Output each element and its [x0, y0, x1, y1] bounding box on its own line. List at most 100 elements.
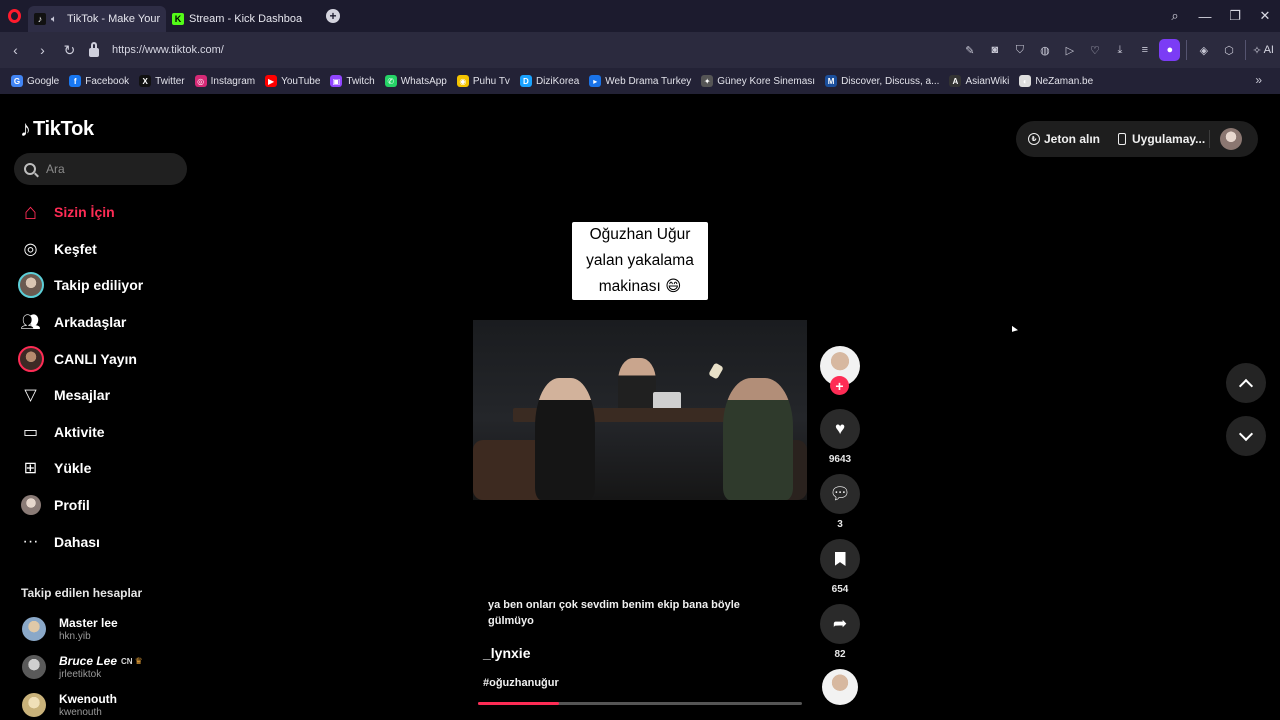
cube-icon[interactable]: ⬡ — [1218, 39, 1239, 61]
video-scene — [535, 378, 595, 500]
sidebar-item-profil[interactable]: Profil — [17, 487, 207, 524]
back-button[interactable]: ‹ — [2, 42, 29, 58]
bookmark-label: Google — [27, 75, 60, 87]
sidebar-item-canli-yayın[interactable]: CANLI Yayın — [17, 340, 207, 377]
following-account[interactable]: Kwenouth kwenouth — [22, 692, 117, 718]
music-disc-avatar[interactable] — [822, 669, 858, 705]
profile-avatar — [17, 492, 44, 519]
share-button[interactable]: ➦ — [820, 604, 860, 644]
kick-favicon-icon: K — [172, 13, 184, 25]
restore-button[interactable]: ❐ — [1220, 8, 1250, 24]
speaker-icon[interactable]: 🔈︎ — [51, 14, 63, 25]
bookmark-item[interactable]: f Facebook — [69, 75, 129, 87]
video-player[interactable] — [473, 320, 807, 500]
bookmark-item[interactable]: A AsianWiki — [949, 75, 1009, 87]
sidebar-item-aktivite[interactable]: ▭ Aktivite — [17, 414, 207, 451]
camera-icon[interactable]: ◙ — [984, 39, 1005, 61]
coin-icon: ₺ — [1028, 133, 1040, 145]
bookmark-item[interactable]: ▶ YouTube — [265, 75, 320, 87]
bookmark-button[interactable] — [820, 539, 860, 579]
minimize-button[interactable]: — — [1190, 9, 1220, 24]
download-icon[interactable]: ⤓ — [1109, 39, 1130, 61]
bookmark-item[interactable]: M Discover, Discuss, a... — [825, 75, 939, 87]
bookmark-item[interactable]: ▸ Web Drama Turkey — [589, 75, 691, 87]
extension-icon[interactable]: ◈ — [1193, 39, 1214, 61]
tab-tiktok[interactable]: ♪ 🔈︎ TikTok - Make Your Da — [28, 6, 166, 32]
bookmark-item[interactable]: ▣ Twitch — [330, 75, 375, 87]
bookmark-item[interactable]: G Google — [11, 75, 59, 87]
follow-plus-button[interactable]: + — [830, 376, 849, 395]
heart-icon[interactable]: ♡ — [1084, 39, 1105, 61]
tiktok-favicon-icon: ♪ — [34, 13, 46, 25]
divider — [1209, 130, 1210, 148]
search-icon[interactable] — [24, 163, 36, 175]
sidebar-item-label: Mesajlar — [54, 387, 111, 404]
forward-button[interactable]: › — [29, 42, 56, 58]
video-scene — [708, 362, 724, 380]
video-hashtag[interactable]: #oğuzhanuğur — [483, 677, 559, 689]
close-button[interactable]: ✕ — [1250, 8, 1280, 24]
bookmarks-overflow-button[interactable]: » — [1255, 73, 1262, 87]
avatar[interactable] — [22, 655, 46, 679]
tab-label: Stream - Kick Dashboard — [189, 13, 302, 25]
avatar[interactable] — [22, 693, 46, 717]
bookmark-item[interactable]: ✆ WhatsApp — [384, 75, 447, 87]
video-progress-fill — [478, 702, 559, 705]
ai-button[interactable]: ✧ AI — [1252, 39, 1274, 61]
bookmark-item[interactable]: ◉ Puhu Tv — [456, 75, 510, 87]
next-video-button[interactable] — [1226, 416, 1266, 456]
sidebar-item-yükle[interactable]: ⊞ Yükle — [17, 450, 207, 487]
play-icon[interactable]: ▷ — [1059, 39, 1080, 61]
shield-icon[interactable]: ⛉ — [1009, 39, 1030, 61]
user-avatar[interactable] — [1220, 128, 1242, 150]
new-tab-button[interactable]: + — [326, 9, 340, 23]
reload-button[interactable]: ↻ — [56, 42, 83, 59]
bookmark-favicon-icon: ▸ — [589, 75, 602, 87]
bookmark-favicon-icon: D — [519, 75, 532, 87]
bookmark-item[interactable]: ✦ Güney Kore Sineması — [701, 75, 815, 87]
more-icon: ··· — [22, 532, 39, 550]
like-button[interactable]: ♥ — [820, 409, 860, 449]
following-account[interactable]: Bruce Lee CN ♛ jrleetiktok — [22, 654, 143, 680]
sidebar-item-mesajlar[interactable]: ▽ Mesajlar — [17, 377, 207, 414]
avatar[interactable] — [22, 617, 46, 641]
search-bar[interactable] — [14, 153, 187, 185]
translate-icon[interactable]: ◍ — [1034, 39, 1055, 61]
sidebar-item-sizin-i-çin[interactable]: ⌂ Sizin İçin — [17, 194, 207, 231]
bookmark-item[interactable]: X Twitter — [139, 75, 185, 87]
lock-icon[interactable] — [89, 41, 99, 57]
bookmark-label: Güney Kore Sineması — [717, 75, 816, 87]
sidebar-item-keşfet[interactable]: ◎ Keşfet — [17, 231, 207, 268]
tab-kick[interactable]: K Stream - Kick Dashboard — [166, 6, 308, 32]
sidebar-item-arkadaşlar[interactable]: 👥︎ Arkadaşlar — [17, 304, 207, 341]
share-count: 82 — [834, 649, 846, 660]
bookmark-item[interactable]: ◎ Instagram — [194, 75, 255, 87]
sidebar-item-takip-ediliyor[interactable]: Takip ediliyor — [17, 267, 207, 304]
get-app-label: Uygulamay... — [1132, 132, 1206, 146]
heart-icon: ♥ — [834, 419, 846, 438]
account-handle: jrleetiktok — [59, 669, 102, 680]
profile-icon[interactable]: ● — [1159, 39, 1181, 61]
search-tabs-icon[interactable]: ⌕ — [1160, 8, 1190, 24]
compass-icon: ◎ — [23, 240, 38, 258]
get-app-button[interactable]: Uygulamay... — [1116, 132, 1205, 146]
video-author[interactable]: _lynxie — [483, 645, 530, 661]
bookmark-count: 654 — [831, 584, 849, 595]
search-input[interactable] — [46, 162, 166, 176]
video-progress-bar[interactable] — [478, 702, 802, 705]
edit-icon[interactable]: ✎ — [959, 39, 980, 61]
bookmark-item[interactable]: D DiziKorea — [519, 75, 580, 87]
opera-logo-icon[interactable] — [0, 0, 28, 32]
following-account[interactable]: Master lee hkn.yib — [22, 616, 118, 642]
previous-video-button[interactable] — [1226, 363, 1266, 403]
following-avatar — [17, 272, 44, 299]
tiktok-logo[interactable]: ♪ TikTok — [20, 116, 94, 142]
comment-button[interactable]: 💬︎ — [820, 474, 860, 514]
account-name: Master lee — [59, 616, 118, 630]
url-field[interactable]: https://www.tiktok.com/ — [112, 44, 224, 56]
sidebar-item-dahası[interactable]: ··· Dahası — [17, 523, 207, 560]
bookmark-item[interactable]: ◐ NeZaman.be — [1019, 75, 1093, 87]
get-coins-button[interactable]: ₺ Jeton alın — [1028, 132, 1100, 146]
menu-icon[interactable]: ≡ — [1134, 39, 1155, 61]
bookmark-label: DiziKorea — [535, 75, 580, 87]
